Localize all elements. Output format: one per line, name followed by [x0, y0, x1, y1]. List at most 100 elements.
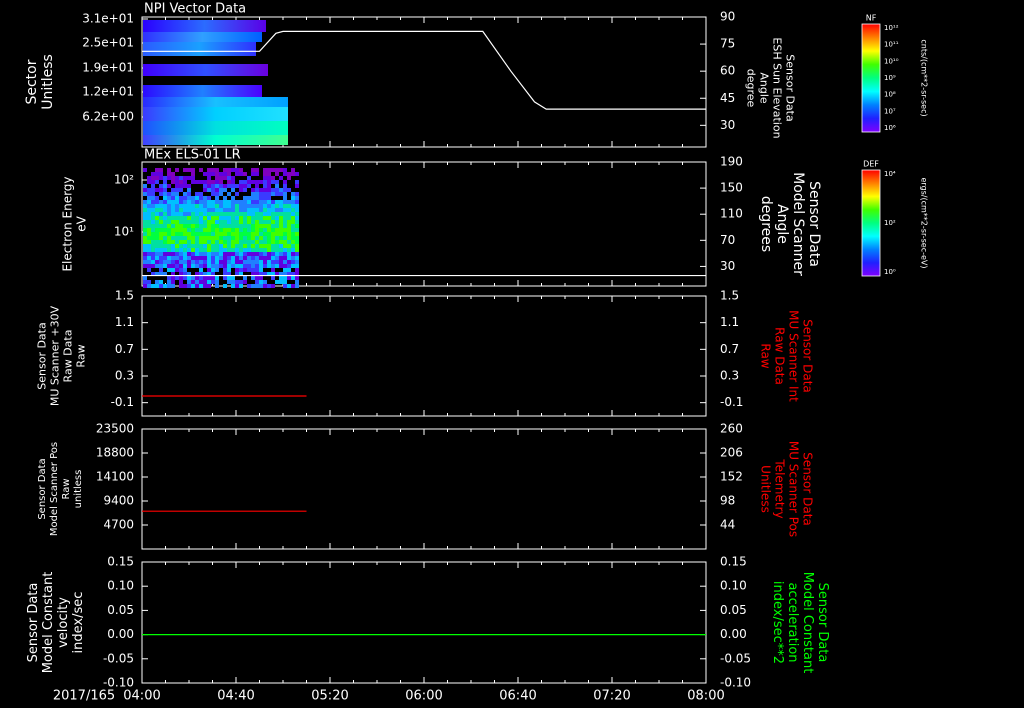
spectrogram-cell — [175, 220, 179, 224]
spectrogram-cell — [271, 244, 275, 248]
spectrogram-cell — [291, 248, 295, 252]
spectrogram-cell — [167, 260, 171, 264]
spectrogram-cell — [271, 248, 275, 252]
spectrogram-cell — [251, 172, 255, 176]
spectrogram-cell — [279, 224, 283, 228]
spectrogram-cell — [207, 208, 211, 212]
spectrogram-cell — [231, 208, 235, 212]
spectrogram-cell — [283, 172, 287, 176]
spectrogram-cell — [239, 208, 243, 212]
spectrogram-cell — [167, 256, 171, 260]
spectrogram-cell — [275, 232, 279, 236]
spectrogram-cell — [283, 188, 287, 192]
spectrogram-cell — [247, 260, 251, 264]
spectrogram-cell — [199, 208, 203, 212]
spectrogram-cell — [163, 196, 167, 200]
spectrogram-cell — [239, 244, 243, 248]
spectrogram-cell — [259, 240, 263, 244]
spectrogram-cell — [231, 232, 235, 236]
spectrogram-cell — [275, 244, 279, 248]
spectrogram-cell — [255, 256, 259, 260]
spectrogram-cell — [251, 256, 255, 260]
panel-5-right-tick-label: 0.00 — [720, 627, 747, 641]
spectrogram-cell — [159, 168, 163, 172]
spectrogram-cell — [151, 252, 155, 256]
spectrogram-cell — [179, 256, 183, 260]
spectrogram-cell — [163, 212, 167, 216]
spectrogram-cell — [171, 224, 175, 228]
spectrogram-cell — [287, 216, 291, 220]
spectrogram-cell — [271, 208, 275, 212]
panel-4-right-label: Unitless — [759, 465, 773, 513]
spectrogram-cell — [143, 200, 147, 204]
spectrogram-cell — [259, 196, 263, 200]
spectrogram-cell — [195, 204, 199, 208]
panel-5-ytick-label: -0.05 — [103, 651, 134, 665]
time-tick-label: 04:00 — [123, 689, 160, 704]
spectrogram-cell — [295, 248, 299, 252]
spectrogram-cell — [287, 188, 291, 192]
spectrogram-cell — [187, 264, 191, 268]
spectrogram-cell — [263, 212, 267, 216]
spectrogram-cell — [199, 212, 203, 216]
spectrogram-cell — [143, 184, 147, 188]
spectrogram-cell — [271, 232, 275, 236]
spectrogram-cell — [151, 244, 155, 248]
spectrogram-cell — [179, 264, 183, 268]
spectrogram-cell — [243, 208, 247, 212]
spectrogram-cell — [151, 248, 155, 252]
spectrogram-cell — [147, 196, 151, 200]
spectrogram-cell — [211, 172, 215, 176]
spectrogram-cell — [175, 212, 179, 216]
spectrogram-cell — [207, 224, 211, 228]
spectrogram-cell — [211, 264, 215, 268]
spectrogram-cell — [223, 244, 227, 248]
panel-1-ytick-label: 2.5e+01 — [82, 36, 134, 50]
panel-2-right-label: Sensor Data — [806, 181, 822, 267]
spectrogram-cell — [143, 244, 147, 248]
spectrogram-cell — [223, 276, 227, 280]
spectrogram-cell — [143, 192, 147, 196]
panel-3-ylabel: Raw Data — [62, 330, 75, 383]
spectrogram-cell — [263, 232, 267, 236]
spectrogram-cell — [211, 180, 215, 184]
spectrogram-cell — [171, 176, 175, 180]
spectrogram-cell — [147, 260, 151, 264]
spectrogram-cell — [263, 248, 267, 252]
spectrogram-cell — [199, 168, 203, 172]
spectrogram-cell — [267, 180, 271, 184]
spectrogram-cell — [267, 216, 271, 220]
spectrogram-cell — [275, 228, 279, 232]
spectrogram-cell — [263, 204, 267, 208]
spectrogram-cell — [211, 240, 215, 244]
panel-1-ytick-label: 3.1e+01 — [82, 12, 134, 26]
spectrogram-cell — [279, 192, 283, 196]
spectrogram-cell — [295, 204, 299, 208]
spectrogram-cell — [287, 228, 291, 232]
panel-4-right-tick-label: 260 — [720, 422, 743, 436]
spectrogram-cell — [271, 220, 275, 224]
spectrogram-cell — [259, 212, 263, 216]
spectrogram-cell — [259, 188, 263, 192]
spectrogram-cell — [275, 200, 279, 204]
spectrogram-cell — [287, 256, 291, 260]
spectrogram-cell — [199, 240, 203, 244]
spectrogram-cell — [191, 280, 195, 284]
spectrogram-cell — [243, 216, 247, 220]
spectrogram-cell — [239, 224, 243, 228]
spectrogram-cell — [291, 200, 295, 204]
spectrogram-cell — [271, 264, 275, 268]
panel-5-ylabel: Model Constant — [41, 572, 56, 674]
spectrogram-cell — [223, 240, 227, 244]
spectrogram-cell — [231, 188, 235, 192]
spectrogram-cell — [203, 240, 207, 244]
spectrogram-cell — [163, 264, 167, 268]
panel-1-ytick-label: 6.2e+00 — [82, 110, 134, 124]
spectrogram-cell — [287, 268, 291, 272]
spectrogram-cell — [255, 224, 259, 228]
panel-2-right-tick-label: 110 — [720, 207, 743, 221]
colorbar-tick-label: 10⁷ — [884, 107, 896, 115]
spectrogram-cell — [195, 220, 199, 224]
spectrogram-cell — [279, 244, 283, 248]
panel-5-right-tick-label: -0.10 — [720, 676, 751, 690]
